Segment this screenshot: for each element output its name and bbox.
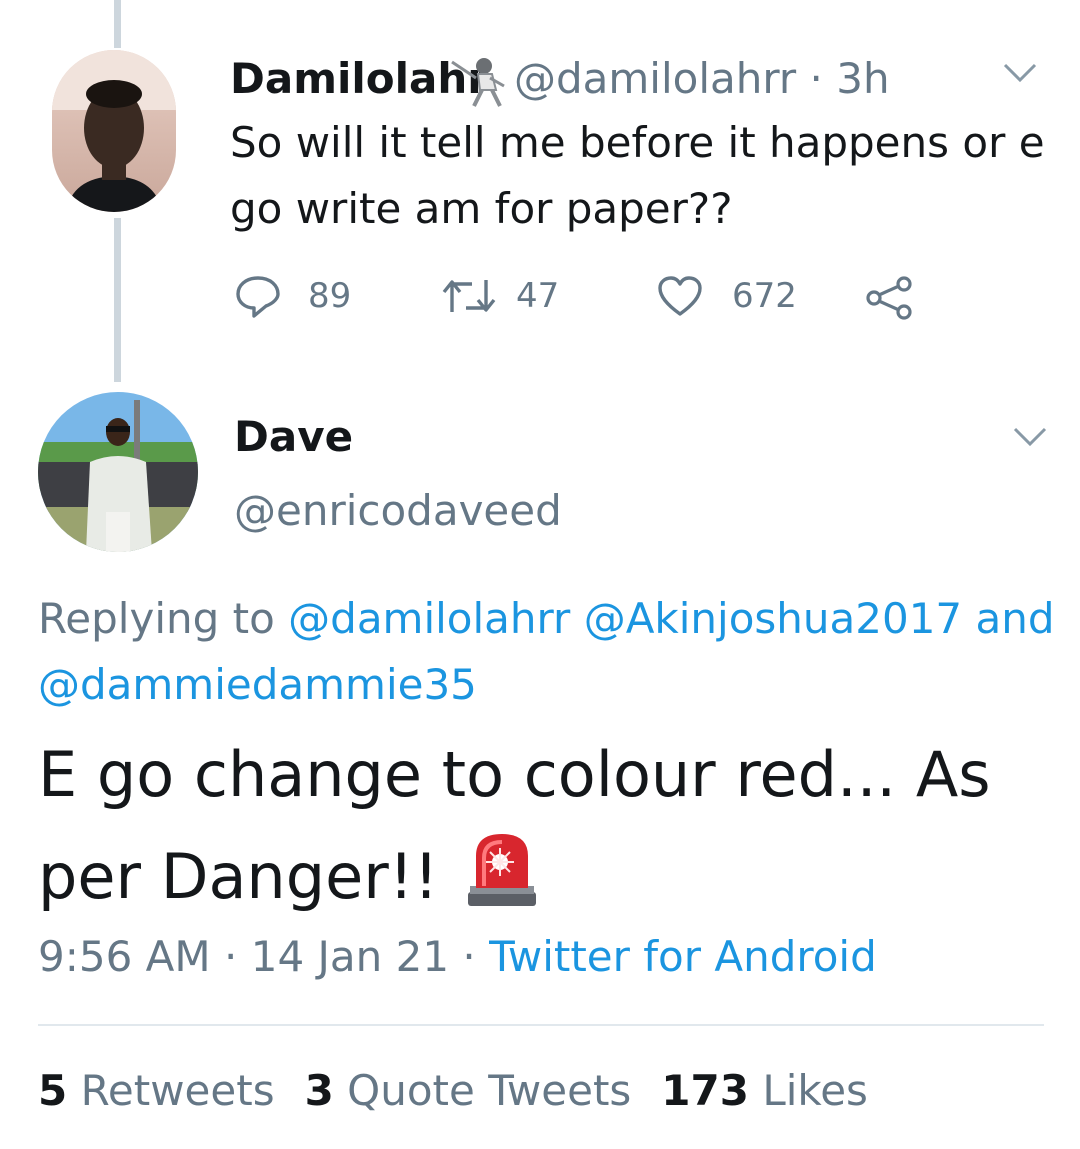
retweets-stat[interactable]: 5 Retweets — [38, 1066, 275, 1115]
likes-stat[interactable]: 173 Likes — [661, 1066, 868, 1115]
likes-count: 173 — [661, 1066, 749, 1115]
parent-handle-time: @damilolahrr · 3h — [514, 54, 890, 103]
parent-separator: · — [809, 54, 823, 103]
main-chevron-down-icon[interactable] — [1012, 426, 1048, 452]
replying-to: Replying to @damilolahrr @Akinjoshua2017… — [38, 594, 1055, 643]
quotes-stat[interactable]: 3 Quote Tweets — [305, 1066, 632, 1115]
main-tweet-text-line1: E go change to colour red... As — [38, 738, 991, 811]
mention-damilolahrr[interactable]: @damilolahrr — [288, 594, 570, 643]
quotes-count: 3 — [304, 1066, 334, 1115]
retweet-button[interactable]: 47 — [440, 276, 559, 316]
share-icon — [864, 276, 916, 320]
mention-dammiedammie35[interactable]: @dammiedammie35 — [38, 660, 477, 709]
mention-and-others[interactable]: and — [976, 594, 1055, 643]
parent-tweet-text-line1: So will it tell me before it happens or … — [230, 118, 1045, 167]
mention-akinjoshua2017[interactable]: @Akinjoshua2017 — [584, 594, 962, 643]
avatar-damilolahr[interactable] — [52, 50, 176, 212]
like-count: 672 — [732, 276, 797, 316]
main-tweet-text-line2-wrap: per Danger!! — [38, 828, 540, 925]
thread-line-top — [114, 0, 121, 48]
avatar-dave[interactable] — [38, 392, 198, 552]
main-display-name[interactable]: Dave — [234, 412, 353, 461]
parent-time[interactable]: 3h — [836, 54, 889, 103]
retweet-icon — [440, 276, 498, 316]
tweet-time: 9:56 AM — [38, 932, 211, 981]
main-tweet-text-line2: per Danger!! — [38, 840, 439, 913]
quotes-label: Quote Tweets — [347, 1066, 632, 1115]
retweets-count: 5 — [38, 1066, 68, 1115]
reply-icon — [234, 274, 282, 318]
meta-sep-1: · — [224, 932, 238, 981]
retweets-label: Retweets — [80, 1066, 275, 1115]
police-light-icon — [464, 828, 540, 925]
parent-chevron-down-icon[interactable] — [1002, 62, 1038, 88]
reply-button[interactable]: 89 — [234, 274, 351, 318]
like-button[interactable]: 672 — [656, 274, 797, 318]
replying-prefix: Replying to — [38, 594, 275, 643]
share-button[interactable] — [864, 276, 916, 320]
parent-handle[interactable]: @damilolahrr — [514, 54, 796, 103]
likes-label: Likes — [762, 1066, 868, 1115]
tweet-source-link[interactable]: Twitter for Android — [489, 932, 877, 981]
thread-line-bottom — [114, 218, 121, 382]
fencer-icon — [446, 52, 506, 112]
meta-sep-2: · — [462, 932, 476, 981]
engagement-stats: 5 Retweets 3 Quote Tweets 173 Likes — [38, 1066, 868, 1115]
reply-count: 89 — [308, 276, 352, 316]
divider — [38, 1024, 1044, 1026]
retweet-count: 47 — [516, 276, 560, 316]
tweet-meta: 9:56 AM · 14 Jan 21 · Twitter for Androi… — [38, 932, 877, 981]
tweet-date: 14 Jan 21 — [250, 932, 450, 981]
parent-tweet-text-line2: go write am for paper?? — [230, 184, 733, 233]
main-handle[interactable]: @enricodaveed — [234, 486, 562, 535]
heart-icon — [656, 274, 704, 318]
